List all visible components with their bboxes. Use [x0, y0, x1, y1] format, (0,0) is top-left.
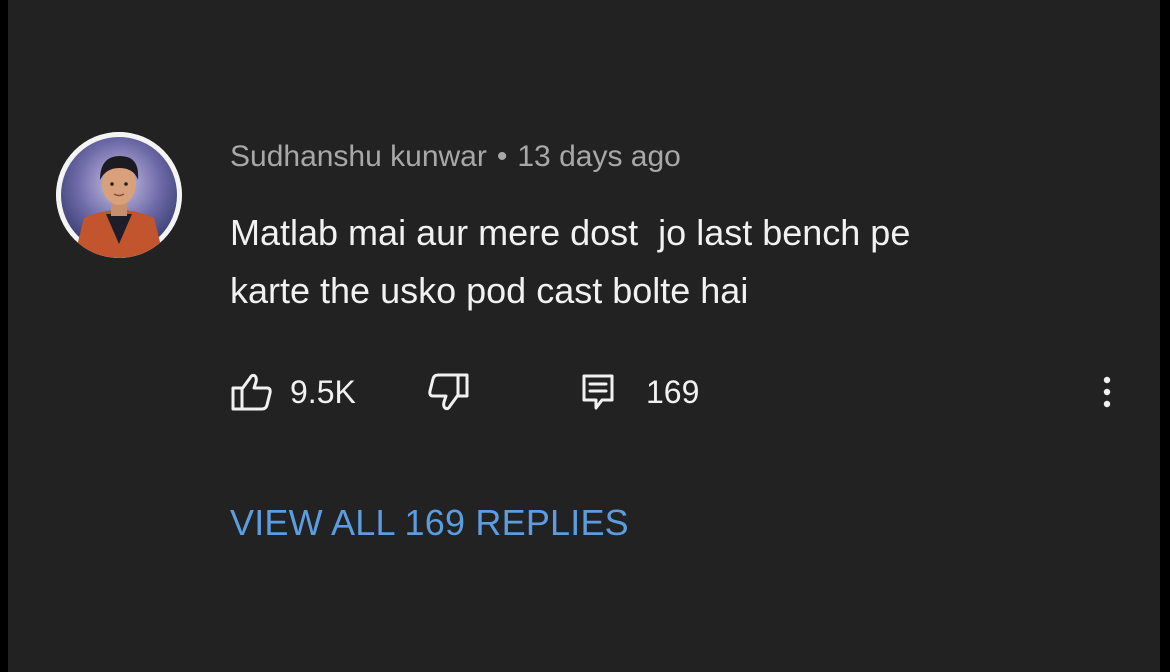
comment-text-line: Matlab mai aur mere dost jo last bench p… — [230, 212, 911, 253]
comment-text-line: karte the usko pod cast bolte hai — [230, 270, 749, 311]
comment-text: Matlab mai aur mere dost jo last bench p… — [230, 204, 1110, 320]
meta-separator: • — [496, 140, 508, 173]
like-count: 9.5K — [290, 373, 356, 410]
screenshot-frame: Sudhanshu kunwar • 13 days ago Matlab mai … — [0, 0, 1170, 672]
reply-button[interactable]: 169 — [580, 362, 699, 422]
comment-icon — [582, 374, 614, 410]
comment-panel: Sudhanshu kunwar • 13 days ago Matlab mai … — [8, 0, 1160, 672]
like-button[interactable]: 9.5K — [230, 362, 356, 422]
comment-actions: 9.5K 169 — [230, 362, 1130, 422]
more-options-button[interactable] — [1092, 362, 1122, 422]
more-vertical-icon — [1103, 376, 1111, 408]
comment-meta: Sudhanshu kunwar • 13 days ago — [230, 140, 681, 174]
thumbs-up-icon — [231, 373, 272, 411]
reply-count: 169 — [646, 373, 700, 410]
avatar[interactable] — [56, 132, 182, 258]
author-name[interactable]: Sudhanshu kunwar — [230, 140, 487, 173]
comment-timestamp: 13 days ago — [517, 140, 681, 173]
comment-item: Sudhanshu kunwar • 13 days ago Matlab mai … — [8, 0, 1160, 672]
dislike-button[interactable] — [426, 362, 470, 422]
thumbs-down-icon — [428, 373, 469, 411]
view-all-replies-link[interactable]: VIEW ALL 169 REPLIES — [230, 502, 629, 544]
